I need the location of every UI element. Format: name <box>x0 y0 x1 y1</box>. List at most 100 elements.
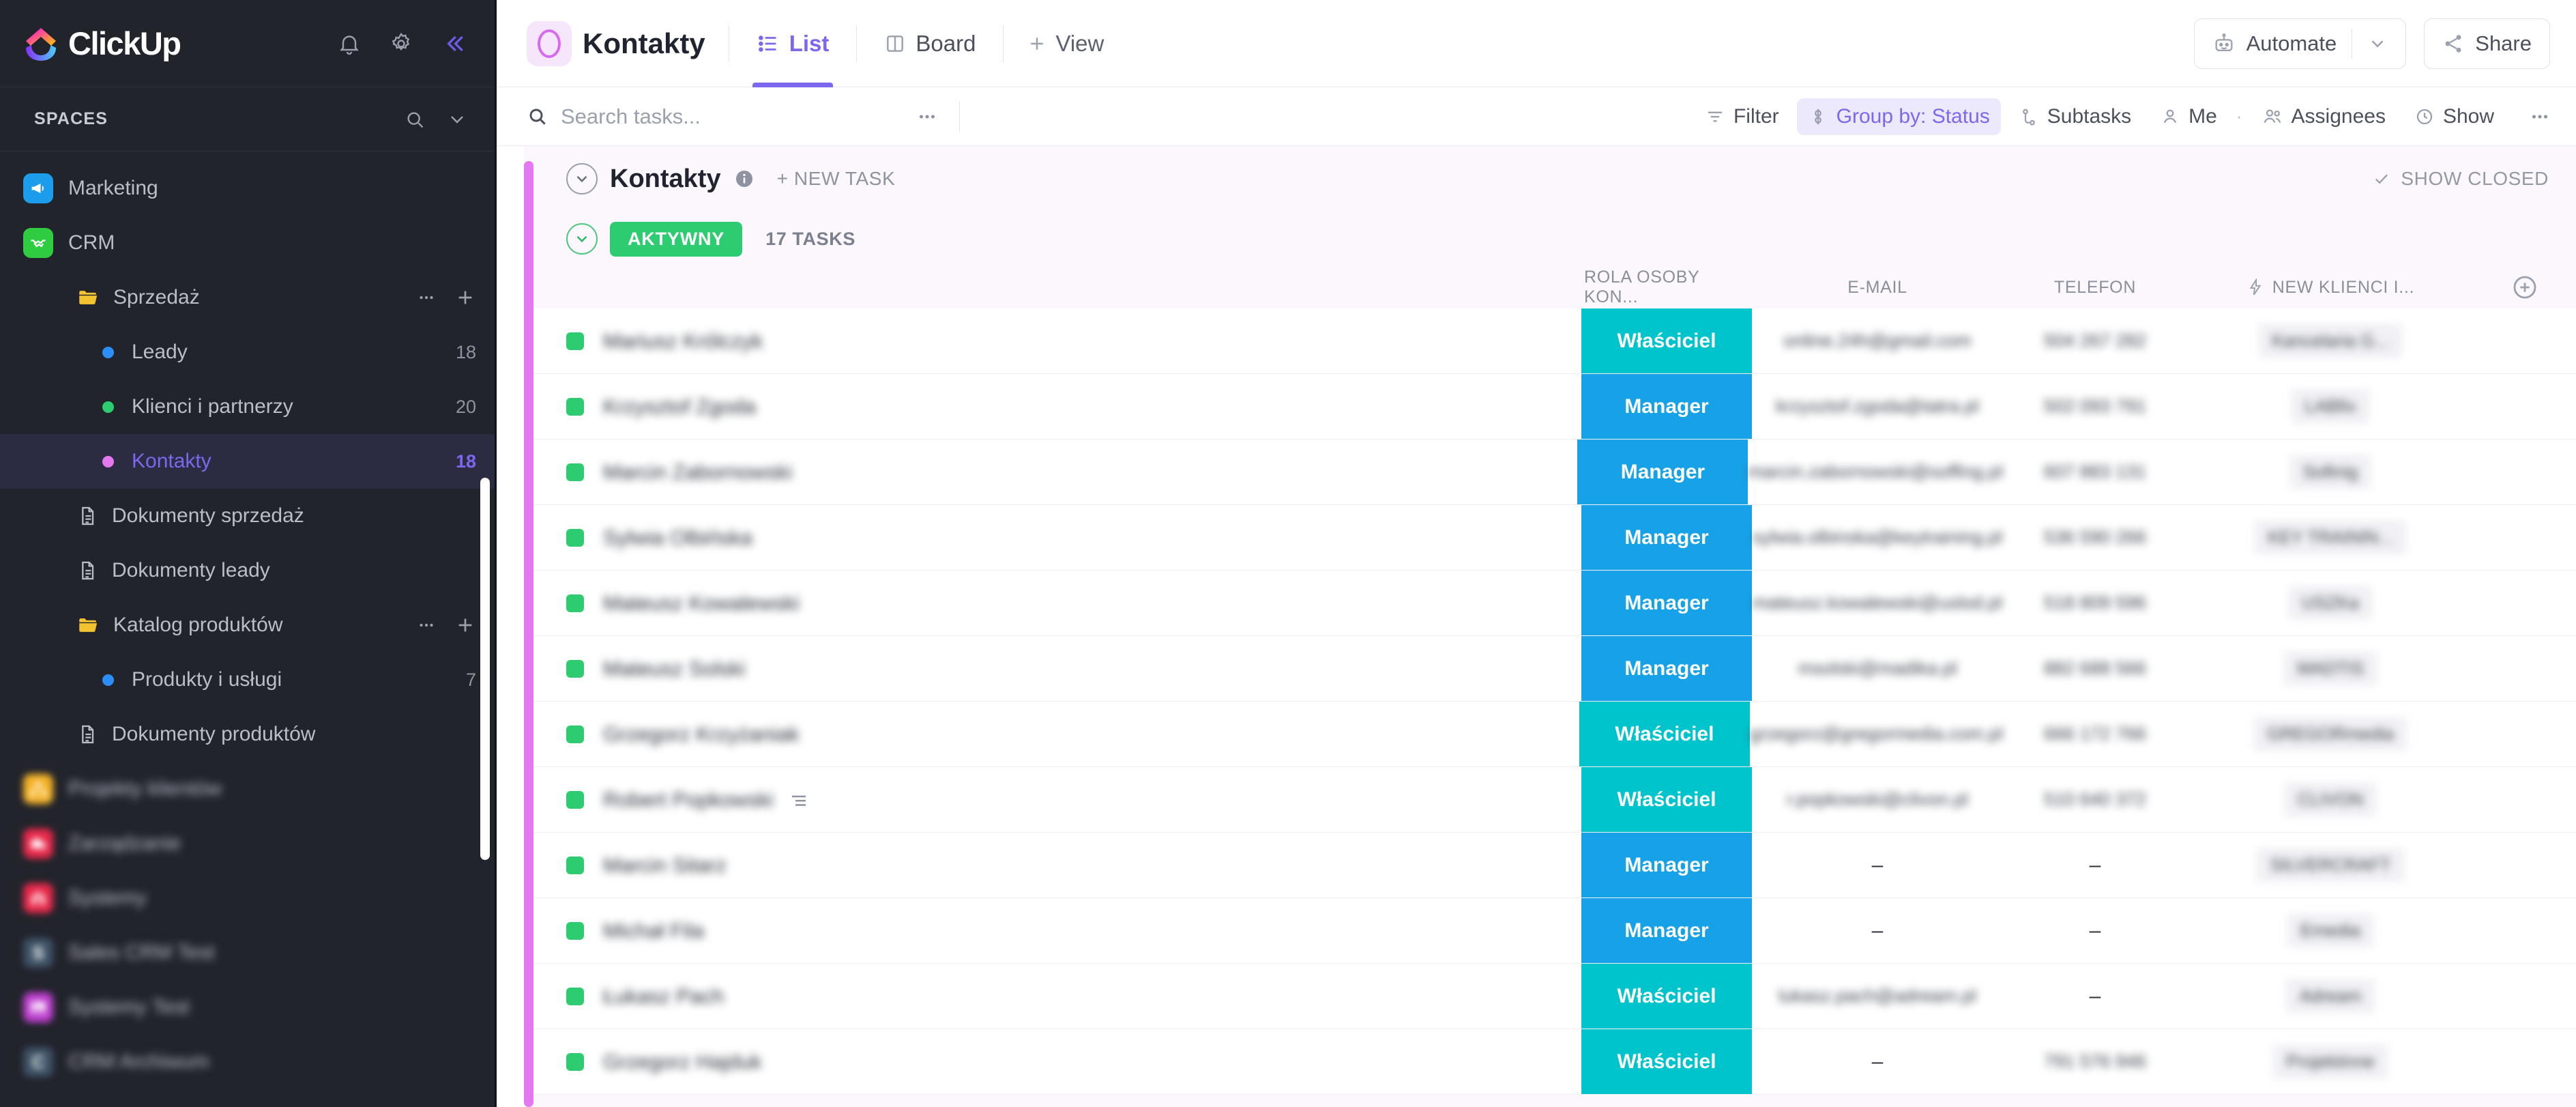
new-klienci-cell[interactable]: Adream <box>2187 979 2474 1013</box>
role-cell[interactable]: Właściciel <box>1581 1029 1752 1094</box>
task-status-icon[interactable] <box>566 987 584 1005</box>
phone-cell[interactable]: 518 809 596 <box>2003 592 2187 614</box>
table-row[interactable]: Łukasz Pach Właściciel lukasz.pach@adream.… <box>533 964 2576 1029</box>
table-row[interactable]: Mariusz Królczyk Właściciel online.24h@gma… <box>533 308 2576 374</box>
email-cell[interactable]: – <box>1752 919 2003 943</box>
add-view-button[interactable]: View <box>1027 31 1104 57</box>
table-row[interactable]: Mateusz Solski Manager msolski@madika.pl 88… <box>533 636 2576 702</box>
chevron-down-icon[interactable] <box>2367 33 2388 54</box>
role-cell[interactable]: Właściciel <box>1581 964 1752 1029</box>
email-cell[interactable]: msolski@madika.pl <box>1752 658 2003 679</box>
phone-cell[interactable]: 504 267 282 <box>2003 330 2187 351</box>
collapse-sidebar-icon[interactable] <box>441 30 468 57</box>
phone-cell[interactable]: 791 576 946 <box>2003 1051 2187 1072</box>
table-row[interactable]: Grzegorz Krzyżaniak Właściciel grzegorz@gr… <box>533 702 2576 767</box>
phone-cell[interactable]: – <box>2003 985 2187 1008</box>
ellipsis-icon[interactable] <box>416 287 437 308</box>
email-cell[interactable]: – <box>1752 854 2003 877</box>
show-button[interactable]: Show <box>2403 98 2505 135</box>
collapse-group-icon[interactable] <box>566 223 598 255</box>
new-klienci-cell[interactable]: CLIVON <box>2187 782 2474 817</box>
sidebar-item-kontakty[interactable]: Kontakty 18 <box>0 434 497 489</box>
automate-button[interactable]: Automate <box>2193 18 2407 69</box>
bell-icon[interactable] <box>337 31 362 56</box>
phone-cell[interactable]: 536 590 266 <box>2003 527 2187 548</box>
new-task-button[interactable]: + NEW TASK <box>777 168 896 190</box>
role-cell[interactable]: Właściciel <box>1581 767 1752 832</box>
sidebar-search-icon[interactable] <box>404 109 426 130</box>
role-cell[interactable]: Manager <box>1581 833 1752 897</box>
table-row[interactable]: Sylwia Olbińska Manager sylwia.olbinska@ke… <box>533 505 2576 571</box>
email-cell[interactable]: mateusz.kowalewski@uslod.pl <box>1752 592 2003 614</box>
sidebar-item-systemy[interactable]: Systemy <box>0 871 497 925</box>
task-name-cell[interactable]: Sylwia Olbińska <box>533 526 1581 550</box>
new-klienci-cell[interactable]: Projektinne <box>2187 1044 2474 1079</box>
new-klienci-cell[interactable]: KEY TRAININ... <box>2187 520 2474 555</box>
table-row[interactable]: Marcin Zabornowski Manager marcin.zabornow… <box>533 440 2576 505</box>
new-klienci-cell[interactable]: SILVERCRAFT <box>2187 848 2474 882</box>
task-status-icon[interactable] <box>566 594 584 612</box>
task-name-cell[interactable]: Robert Popkowski <box>533 788 1581 812</box>
sidebar-item-crm[interactable]: CRM <box>0 216 497 270</box>
task-status-icon[interactable] <box>566 921 584 940</box>
tab-board[interactable]: Board <box>880 0 980 87</box>
task-status-icon[interactable] <box>566 790 584 809</box>
table-row[interactable]: Marcin Sitarz Manager – – SILVERCRAFT <box>533 833 2576 898</box>
sidebar-item-leady[interactable]: Leady 18 <box>0 325 497 379</box>
phone-cell[interactable]: 666 172 766 <box>2003 723 2187 745</box>
table-row[interactable]: Michał Fila Manager – – Emedia <box>533 898 2576 964</box>
sidebar-item-katalog-produkt-w[interactable]: Katalog produktów <box>0 598 497 652</box>
gear-icon[interactable] <box>389 31 413 56</box>
ellipsis-icon[interactable] <box>416 615 437 635</box>
role-cell[interactable]: Manager <box>1581 571 1752 635</box>
task-status-icon[interactable] <box>566 1052 584 1071</box>
plus-icon[interactable] <box>454 614 476 636</box>
new-klienci-cell[interactable]: Softnig <box>2187 455 2474 489</box>
tab-list[interactable]: List <box>752 0 834 87</box>
info-icon[interactable] <box>733 168 755 190</box>
table-row[interactable]: Grzegorz Hajduk Właściciel – 791 576 946 Pro… <box>533 1029 2576 1095</box>
new-klienci-cell[interactable]: Emedia <box>2187 913 2474 948</box>
sidebar-item-dokumenty-produkt-w[interactable]: Dokumenty produktów <box>0 707 497 762</box>
task-name-cell[interactable]: Michał Fila <box>533 919 1581 943</box>
add-column-button[interactable] <box>2474 273 2576 302</box>
chevron-down-icon[interactable] <box>446 109 468 130</box>
phone-cell[interactable]: 502 093 791 <box>2003 396 2187 417</box>
email-cell[interactable]: r.popkowski@clivon.pl <box>1752 789 2003 810</box>
table-row[interactable]: Krzysztof Zgoda Manager krzysztof.zgoda@ta… <box>533 374 2576 440</box>
search-box[interactable] <box>527 104 909 129</box>
sidebar-item-marketing[interactable]: Marketing <box>0 161 497 216</box>
table-row[interactable]: Robert Popkowski Właściciel r.popkowski@cl… <box>533 767 2576 833</box>
phone-cell[interactable]: 510 640 372 <box>2003 789 2187 810</box>
show-closed-button[interactable]: SHOW CLOSED <box>2372 168 2549 190</box>
status-badge[interactable]: AKTYWNY <box>610 221 743 257</box>
phone-cell[interactable]: 607 883 131 <box>2003 461 2187 483</box>
task-name-cell[interactable]: Mariusz Królczyk <box>533 329 1581 354</box>
task-status-icon[interactable] <box>566 463 584 481</box>
email-cell[interactable]: online.24h@gmail.com <box>1752 330 2003 351</box>
role-cell[interactable]: Manager <box>1581 636 1752 701</box>
search-input[interactable] <box>561 104 909 129</box>
task-name-cell[interactable]: Łukasz Pach <box>533 984 1581 1009</box>
task-name-cell[interactable]: Grzegorz Krzyżaniak <box>533 722 1579 747</box>
sidebar-item-dokumenty-sprzeda[interactable]: Dokumenty sprzedaż <box>0 489 497 543</box>
clickup-logo[interactable]: ClickUp <box>23 25 337 63</box>
sidebar-item-crm-archiwum[interactable]: C CRM Archiwum <box>0 1035 497 1089</box>
table-row[interactable]: Mateusz Kowalewski Manager mateusz.kowalew… <box>533 571 2576 636</box>
task-status-icon[interactable] <box>566 397 584 416</box>
phone-cell[interactable]: 882 688 566 <box>2003 658 2187 679</box>
sidebar-item-zarz-dzanie[interactable]: Zarządzanie <box>0 816 497 871</box>
email-cell[interactable]: krzysztof.zgoda@tatra.pl <box>1752 396 2003 417</box>
column-header-phone[interactable]: TELEFON <box>2003 278 2187 298</box>
task-status-icon[interactable] <box>566 528 584 547</box>
collapse-list-icon[interactable] <box>566 163 598 195</box>
email-cell[interactable]: sylwia.olbinska@keytraining.pl <box>1752 527 2003 548</box>
new-klienci-cell[interactable]: Kancelaria G... <box>2187 324 2474 358</box>
sidebar-item-sprzeda[interactable]: Sprzedaż <box>0 270 497 325</box>
task-status-icon[interactable] <box>566 659 584 678</box>
role-cell[interactable]: Manager <box>1581 505 1752 570</box>
sidebar-item-dokumenty-leady[interactable]: Dokumenty leady <box>0 543 497 598</box>
new-klienci-cell[interactable]: LABfix <box>2187 389 2474 424</box>
role-cell[interactable]: Manager <box>1581 898 1752 963</box>
filter-button[interactable]: Filter <box>1694 98 1790 135</box>
